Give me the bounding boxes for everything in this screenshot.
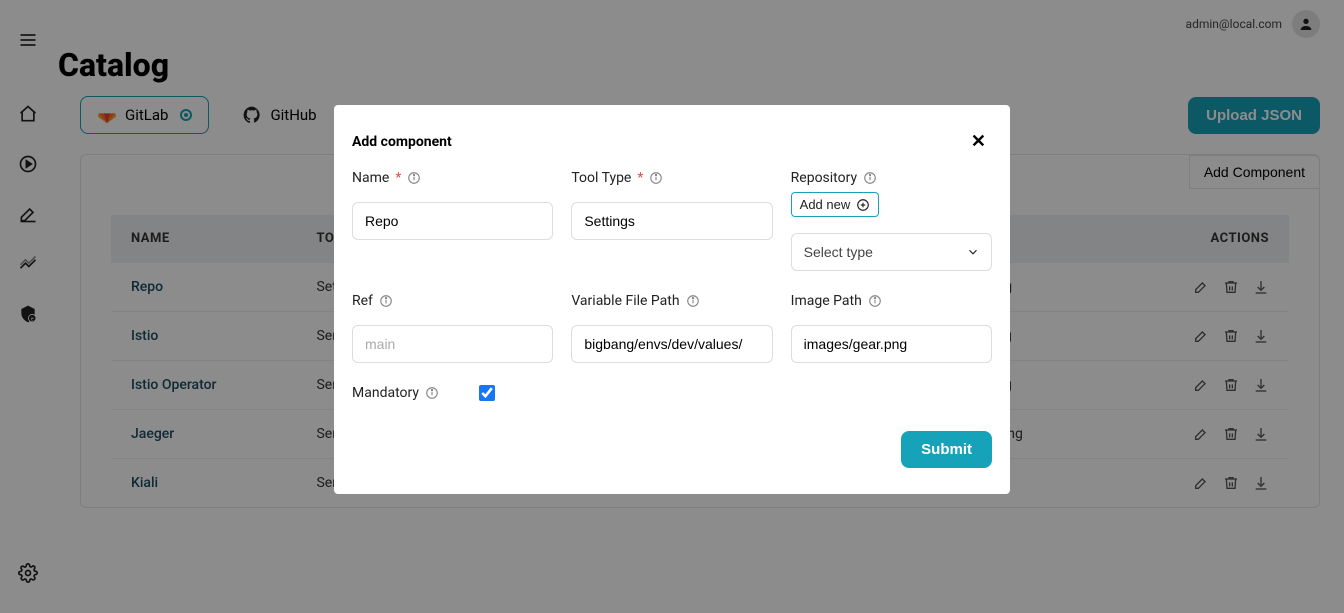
add-new-button[interactable]: Add new <box>791 192 880 217</box>
submit-button[interactable]: Submit <box>901 431 992 468</box>
label-mandatory: Mandatory <box>352 385 439 401</box>
repository-select[interactable]: Select type <box>791 233 992 271</box>
field-tool-type: Tool Type* <box>571 170 772 271</box>
ref-input[interactable] <box>352 325 553 363</box>
label-var-path: Variable File Path <box>571 293 772 309</box>
info-icon[interactable] <box>868 294 882 308</box>
mandatory-checkbox[interactable] <box>479 385 495 401</box>
var-path-input[interactable] <box>571 325 772 363</box>
info-icon[interactable] <box>425 386 439 400</box>
info-icon[interactable] <box>686 294 700 308</box>
field-name: Name* <box>352 170 553 271</box>
info-icon[interactable] <box>407 171 421 185</box>
tool-type-input[interactable] <box>571 202 772 240</box>
label-ref: Ref <box>352 293 553 309</box>
info-icon[interactable] <box>379 294 393 308</box>
label-repository: Repository <box>791 170 992 186</box>
plus-icon <box>856 198 870 212</box>
label-image-path: Image Path <box>791 293 992 309</box>
modal-overlay: Add component ✕ Name* Tool Type* <box>0 0 1344 613</box>
label-tool-type: Tool Type* <box>571 170 772 186</box>
label-name: Name* <box>352 170 553 186</box>
name-input[interactable] <box>352 202 553 240</box>
info-icon[interactable] <box>863 171 877 185</box>
image-path-input[interactable] <box>791 325 992 363</box>
modal-title: Add component <box>352 134 452 150</box>
add-component-modal: Add component ✕ Name* Tool Type* <box>334 105 1010 494</box>
field-var-path: Variable File Path <box>571 293 772 363</box>
field-mandatory: Mandatory <box>352 385 992 401</box>
field-repository: Repository Add new Select type <box>791 170 992 271</box>
info-icon[interactable] <box>649 171 663 185</box>
field-ref: Ref <box>352 293 553 363</box>
field-image-path: Image Path <box>791 293 992 363</box>
close-icon[interactable]: ✕ <box>965 131 992 152</box>
